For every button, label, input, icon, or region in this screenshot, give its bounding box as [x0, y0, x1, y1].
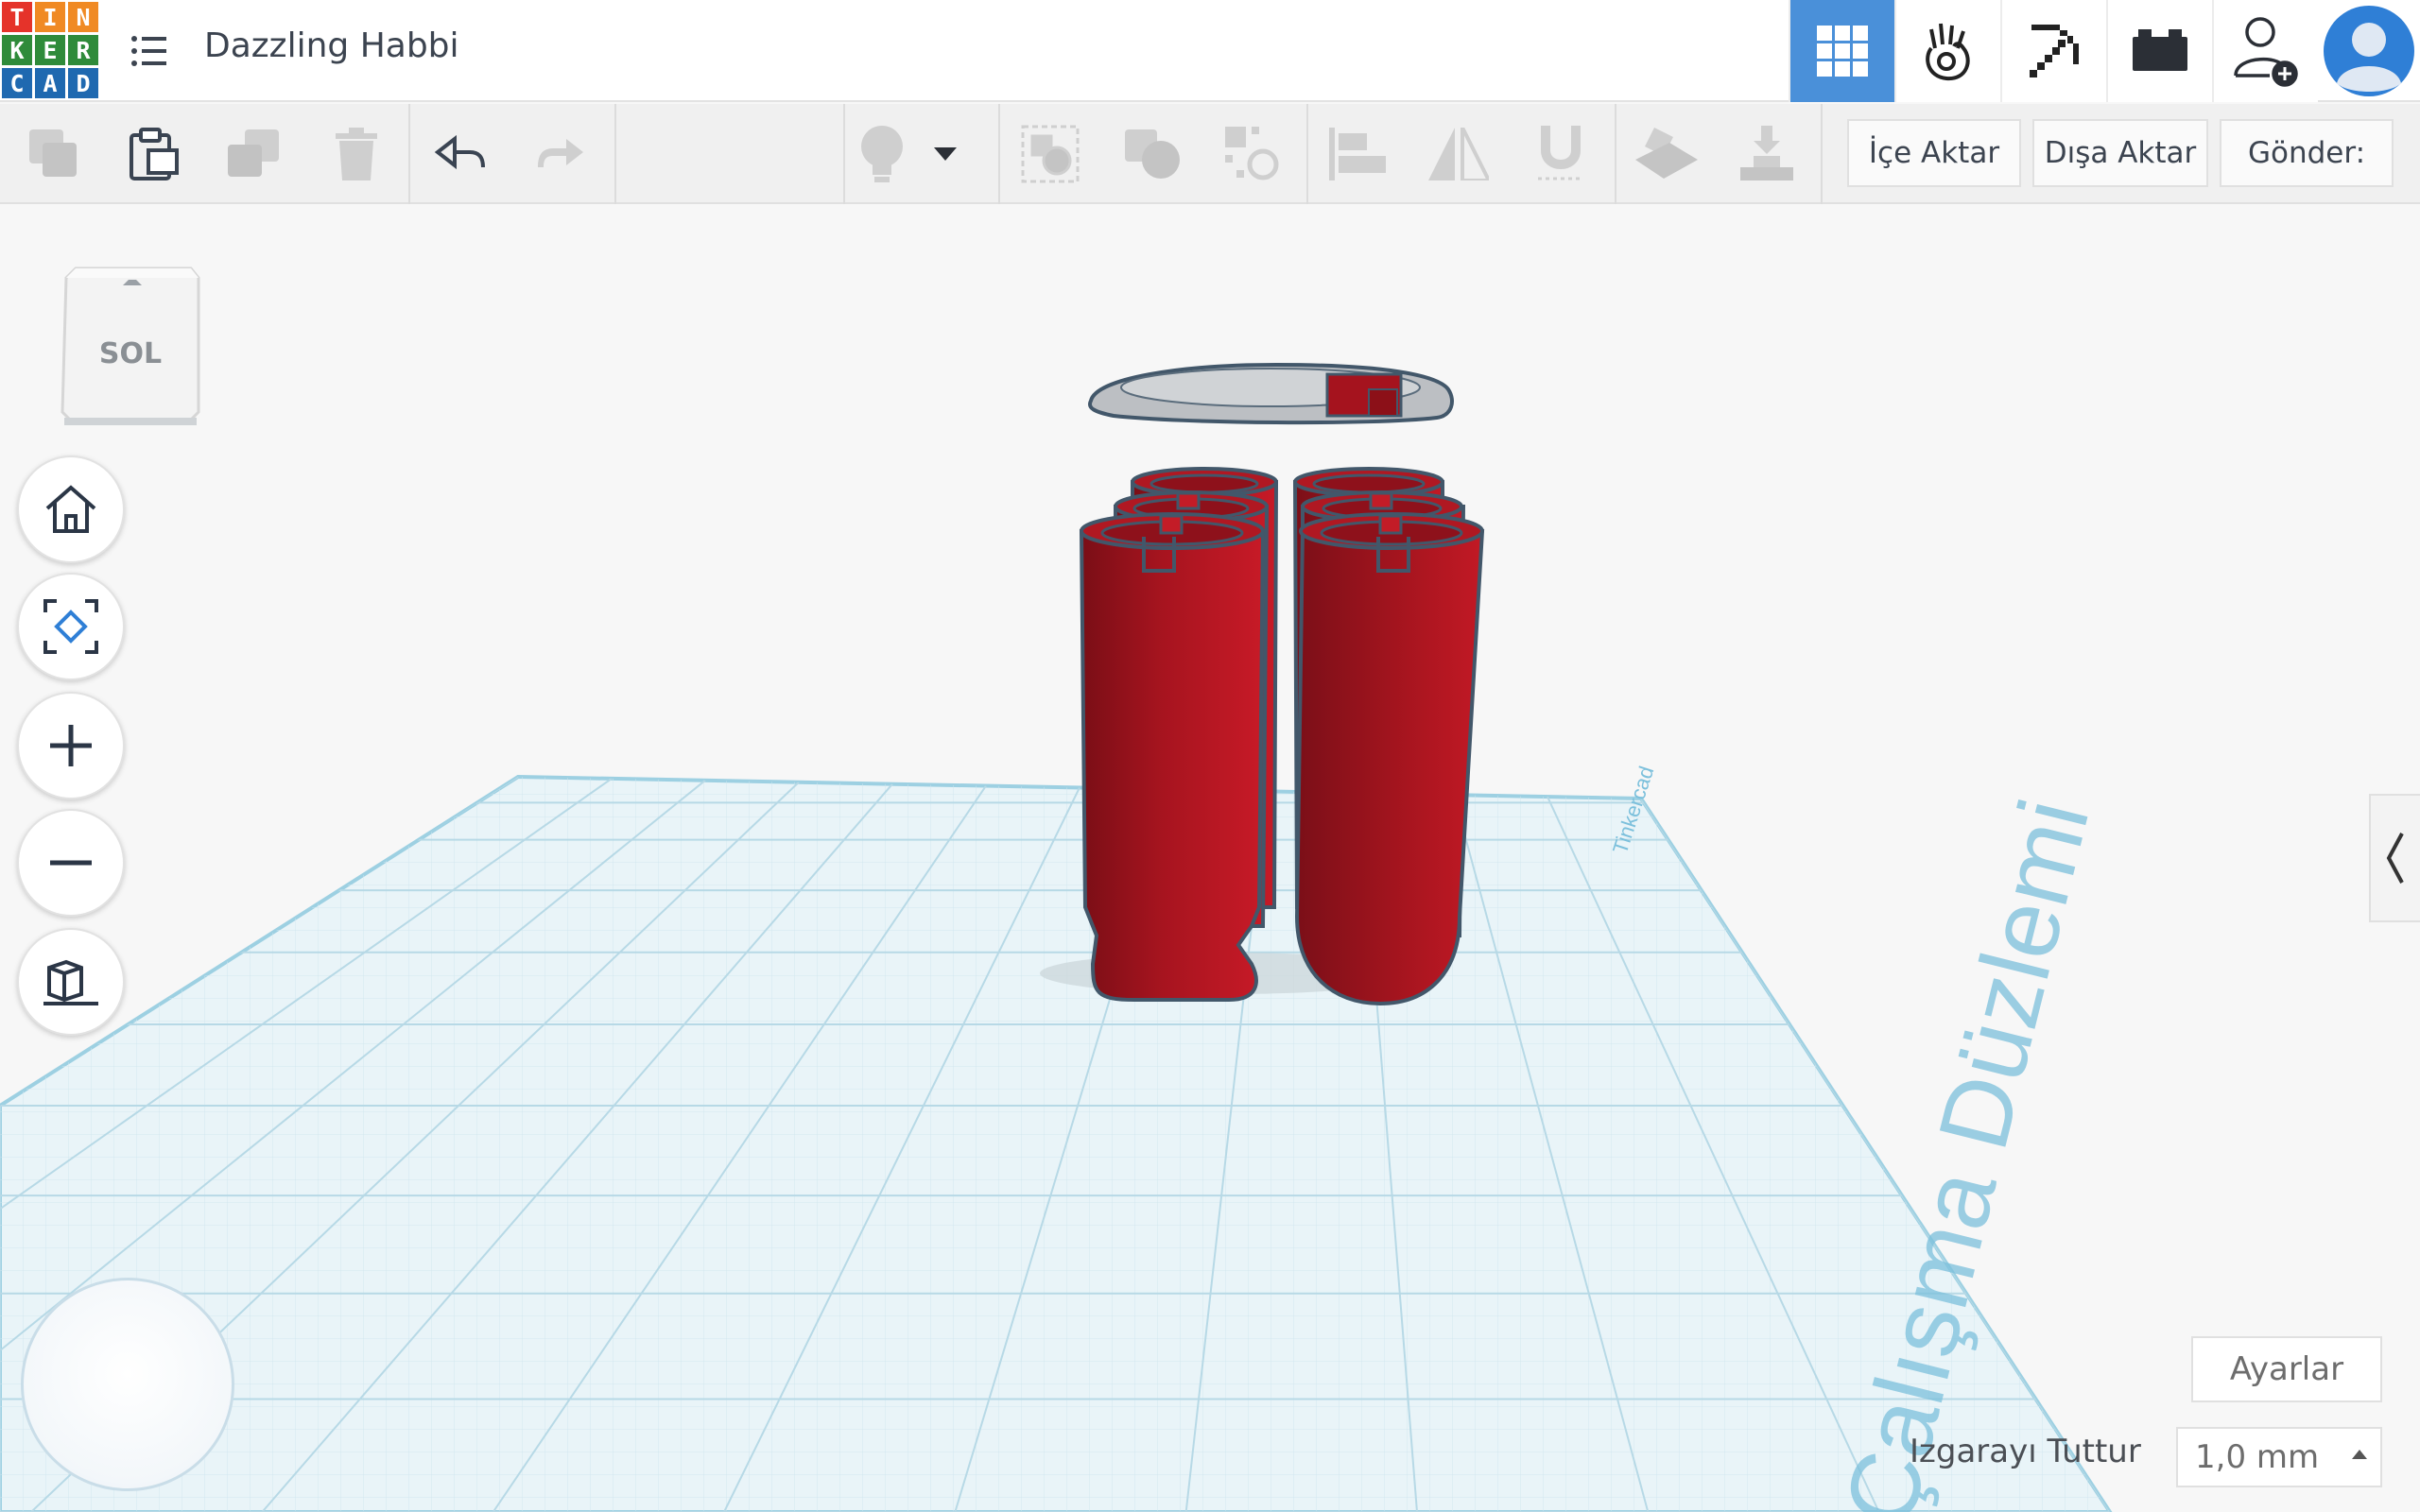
invite-user-button[interactable] [2212, 0, 2318, 102]
logo-letter: D [68, 68, 98, 98]
magnet-icon [1538, 126, 1583, 180]
chevron-left-icon [2386, 833, 2404, 884]
cylinder-front-right[interactable] [1294, 512, 1485, 1006]
logo-letter: A [35, 68, 65, 98]
paste-button[interactable] [104, 104, 204, 204]
paste-icon [130, 128, 179, 180]
tinkercad-editor: TIN KER CAD Dazzling Habbi İçe Aktar Dışa … [0, 0, 2420, 1512]
tinkercad-logo[interactable]: TIN KER CAD [2, 2, 98, 98]
shapes-panel-toggle[interactable] [2369, 794, 2420, 922]
logo-letter: K [2, 35, 32, 65]
undo-button[interactable] [410, 104, 510, 204]
redo-icon [538, 139, 583, 167]
view-cube-face-label: SOL [99, 337, 162, 370]
combine-button[interactable] [1202, 104, 1303, 204]
settings-button[interactable]: Ayarlar [2191, 1336, 2382, 1402]
perspective-toggle-button[interactable] [17, 928, 125, 1036]
bricks-button[interactable] [2106, 0, 2212, 102]
3d-design-view-button[interactable] [1789, 0, 1894, 102]
group-icon [1021, 125, 1080, 183]
snap-grid-select[interactable]: 1,0 mm [2176, 1427, 2382, 1487]
send-to-button[interactable]: Gönder: [2220, 119, 2394, 187]
home-icon [45, 485, 96, 533]
project-title[interactable]: Dazzling Habbi [204, 26, 459, 65]
undo-icon [434, 135, 485, 170]
lightbulb-icon [861, 126, 903, 182]
fit-view-icon [43, 599, 98, 654]
snap-grid-label: Izgarayı Tuttur [1910, 1433, 2141, 1470]
workplane-icon [1635, 128, 1698, 179]
logo-letter: R [68, 35, 98, 65]
drop-to-workplane-icon [1740, 126, 1793, 180]
notes-dropdown[interactable] [917, 104, 974, 204]
drop-button[interactable] [1717, 104, 1817, 204]
cruise-button[interactable] [1511, 104, 1611, 204]
mirror-button[interactable] [1409, 104, 1509, 204]
combine-icon [1225, 127, 1279, 180]
orbit-control[interactable] [21, 1278, 234, 1491]
minecraft-pickaxe-icon [2030, 25, 2079, 77]
ungroup-icon [1125, 129, 1180, 179]
logo-letter: I [35, 2, 65, 32]
logo-letter: E [35, 35, 65, 65]
perspective-cube-icon [43, 959, 98, 1005]
user-avatar-button[interactable] [2318, 0, 2420, 102]
codeblocks-icon [1926, 23, 1970, 81]
home-view-button[interactable] [17, 455, 125, 563]
zoom-in-button[interactable] [17, 692, 125, 799]
ungroup-button[interactable] [1102, 104, 1202, 204]
duplicate-button[interactable] [204, 104, 304, 204]
minus-icon [50, 860, 92, 866]
redo-button[interactable] [510, 104, 611, 204]
mirror-icon [1428, 128, 1489, 180]
bricks-icon [2133, 29, 2187, 71]
caret-down-icon [934, 147, 957, 161]
group-button[interactable] [1000, 104, 1100, 204]
codeblocks-button[interactable] [1894, 0, 2000, 102]
caret-up-icon [2352, 1450, 2367, 1459]
zoom-out-button[interactable] [17, 809, 125, 917]
app-header: TIN KER CAD Dazzling Habbi [0, 0, 2420, 102]
3d-viewport[interactable]: Çalışma Düzlemi Tinkercad [0, 204, 2420, 1512]
align-button[interactable] [1308, 104, 1409, 204]
copy-icon [29, 129, 77, 177]
delete-button[interactable] [306, 104, 406, 204]
copy-button[interactable] [4, 104, 104, 204]
align-icon [1329, 128, 1386, 180]
avatar-icon [2324, 6, 2414, 96]
top-nav [1789, 0, 2420, 102]
fit-view-button[interactable] [17, 573, 125, 680]
duplicate-icon [228, 129, 279, 177]
plus-icon [50, 725, 92, 766]
trash-icon [336, 128, 377, 180]
3d-design-view-icon [1817, 26, 1868, 77]
cylinder-front-left[interactable] [1079, 512, 1266, 1002]
logo-letter: N [68, 2, 98, 32]
view-cube[interactable]: SOL [57, 265, 204, 429]
floating-lid[interactable] [1088, 362, 1454, 425]
logo-letter: T [2, 2, 32, 32]
design-menu-icon[interactable] [130, 34, 168, 68]
export-button[interactable]: Dışa Aktar [2032, 119, 2208, 187]
logo-letter: C [2, 68, 32, 98]
workplane-button[interactable] [1616, 104, 1717, 204]
snap-grid-value: 1,0 mm [2195, 1438, 2320, 1476]
edit-toolbar: İçe Aktar Dışa Aktar Gönder: [0, 104, 2420, 204]
minecraft-button[interactable] [2000, 0, 2106, 102]
import-button[interactable]: İçe Aktar [1847, 119, 2021, 187]
invite-user-icon [2234, 17, 2298, 87]
